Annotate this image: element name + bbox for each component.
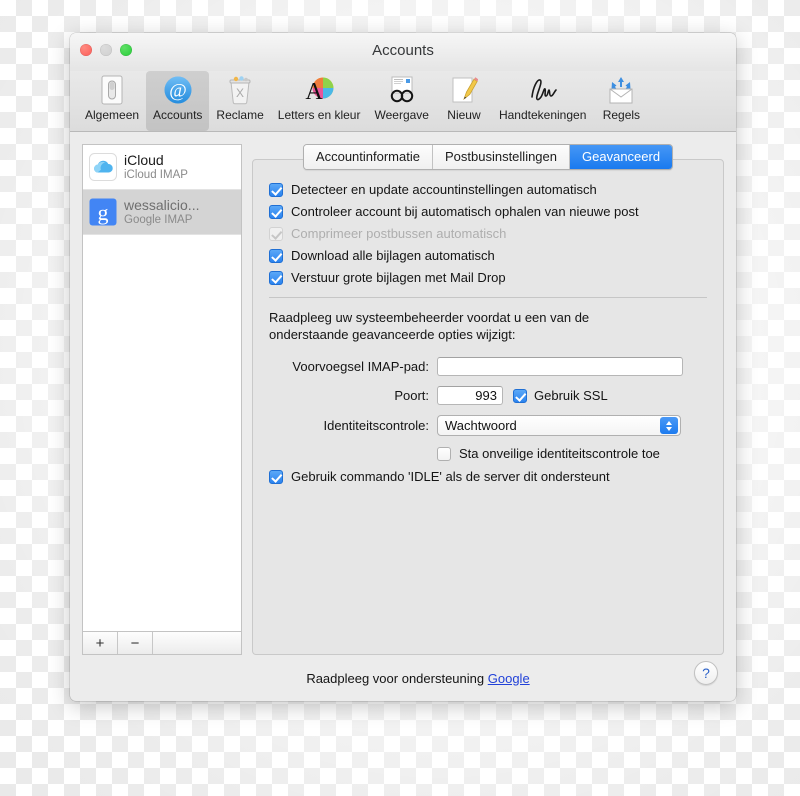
toolbar-label: Handtekeningen bbox=[499, 108, 586, 122]
icloud-icon bbox=[89, 153, 117, 181]
toolbar-item-reclame[interactable]: X Reclame bbox=[209, 71, 270, 124]
checkbox-use-ssl[interactable] bbox=[513, 389, 527, 403]
toolbar-label: Accounts bbox=[153, 108, 202, 122]
accounts-list[interactable]: iCloud iCloud IMAP g wessalicio... Googl… bbox=[82, 144, 242, 631]
window-title: Accounts bbox=[70, 42, 736, 59]
preferences-body: iCloud iCloud IMAP g wessalicio... Googl… bbox=[70, 132, 736, 655]
account-detail-pane: Accountinformatie Postbusinstellingen Ge… bbox=[252, 144, 724, 655]
checkbox-label: Download alle bijlagen automatisch bbox=[291, 248, 495, 263]
at-sign-accounts-icon: @ bbox=[161, 74, 195, 106]
admin-warning-note: Raadpleeg uw systeembeheerder voordat u … bbox=[269, 309, 669, 343]
svg-text:X: X bbox=[236, 86, 244, 100]
auth-selected-value: Wachtwoord bbox=[445, 418, 517, 433]
auth-label: Identiteitscontrole: bbox=[269, 418, 437, 433]
remove-account-button[interactable]: − bbox=[118, 632, 153, 654]
toolbar-item-accounts[interactable]: @ Accounts bbox=[146, 71, 209, 131]
tab-bar: Accountinformatie Postbusinstellingen Ge… bbox=[252, 144, 724, 170]
checkbox-check-account[interactable] bbox=[269, 205, 283, 219]
auth-row: Identiteitscontrole: Wachtwoord bbox=[269, 415, 707, 436]
checkbox-label: Controleer account bij automatisch ophal… bbox=[291, 204, 639, 219]
toolbar-item-regels[interactable]: Regels bbox=[593, 71, 649, 124]
window-titlebar: Accounts bbox=[70, 33, 736, 71]
toolbar-label: Algemeen bbox=[85, 108, 139, 122]
checkbox-label: Comprimeer postbussen automatisch bbox=[291, 226, 506, 241]
tab-accountinformatie[interactable]: Accountinformatie bbox=[304, 145, 433, 169]
checkbox-row-idle-command[interactable]: Gebruik commando 'IDLE' als de server di… bbox=[269, 469, 707, 484]
account-row-icloud[interactable]: iCloud iCloud IMAP bbox=[83, 145, 241, 190]
toolbar-item-handtekeningen[interactable]: Handtekeningen bbox=[492, 71, 593, 124]
google-g-icon: g bbox=[89, 198, 117, 226]
imap-prefix-input[interactable] bbox=[437, 357, 683, 376]
signature-icon bbox=[526, 74, 560, 106]
imap-prefix-row: Voorvoegsel IMAP-pad: bbox=[269, 357, 707, 376]
account-text: wessalicio... Google IMAP bbox=[124, 197, 199, 227]
auth-select[interactable]: Wachtwoord bbox=[437, 415, 681, 436]
window-footer: Raadpleeg voor ondersteuning Google ? bbox=[70, 655, 736, 701]
support-text: Raadpleeg voor ondersteuning Google bbox=[306, 671, 529, 686]
port-label: Poort: bbox=[269, 388, 437, 403]
toolbar-label: Letters en kleur bbox=[278, 108, 361, 122]
accounts-sidebar: iCloud iCloud IMAP g wessalicio... Googl… bbox=[82, 144, 242, 655]
checkbox-row-allow-insecure[interactable]: Sta onveilige identiteitscontrole toe bbox=[437, 446, 707, 461]
account-name: iCloud bbox=[124, 152, 188, 168]
toolbar-item-letters-en-kleur[interactable]: A Letters en kleur bbox=[271, 71, 368, 124]
checkbox-mail-drop[interactable] bbox=[269, 271, 283, 285]
add-account-button[interactable]: + bbox=[83, 632, 118, 654]
chevron-updown-icon bbox=[660, 417, 678, 434]
tab-postbusinstellingen[interactable]: Postbusinstellingen bbox=[433, 145, 570, 169]
svg-text:A: A bbox=[305, 79, 323, 105]
account-text: iCloud iCloud IMAP bbox=[124, 152, 188, 182]
svg-text:g: g bbox=[98, 200, 109, 225]
compose-pencil-icon bbox=[447, 74, 481, 106]
tab-group: Accountinformatie Postbusinstellingen Ge… bbox=[303, 144, 673, 170]
account-row-google[interactable]: g wessalicio... Google IMAP bbox=[83, 190, 241, 235]
toolbar-item-weergave[interactable]: Weergave bbox=[367, 71, 435, 124]
checkbox-label: Sta onveilige identiteitscontrole toe bbox=[459, 446, 660, 461]
general-switch-icon bbox=[95, 74, 129, 106]
checkbox-label: Detecteer en update accountinstellingen … bbox=[291, 182, 597, 197]
checkbox-label: Gebruik commando 'IDLE' als de server di… bbox=[291, 469, 610, 484]
toolbar-item-algemeen[interactable]: Algemeen bbox=[78, 71, 146, 124]
checkbox-label: Verstuur grote bijlagen met Mail Drop bbox=[291, 270, 506, 285]
port-input[interactable]: 993 bbox=[437, 386, 503, 405]
toolbar-item-nieuw[interactable]: Nieuw bbox=[436, 71, 492, 124]
help-button[interactable]: ? bbox=[694, 661, 718, 685]
support-text-label: Raadpleeg voor ondersteuning bbox=[306, 671, 484, 686]
toolbar-label: Nieuw bbox=[447, 108, 480, 122]
svg-text:@: @ bbox=[169, 81, 187, 102]
tab-geavanceerd[interactable]: Geavanceerd bbox=[570, 145, 672, 169]
checkbox-row-compress-mailboxes: Comprimeer postbussen automatisch bbox=[269, 226, 707, 241]
toolbar-label: Weergave bbox=[374, 108, 428, 122]
checkbox-idle-command[interactable] bbox=[269, 470, 283, 484]
checkbox-row-detect-update[interactable]: Detecteer en update accountinstellingen … bbox=[269, 182, 707, 197]
junk-trash-icon: X bbox=[223, 74, 257, 106]
section-divider bbox=[269, 297, 707, 298]
use-ssl-label: Gebruik SSL bbox=[534, 388, 608, 403]
advanced-settings-panel: Detecteer en update accountinstellingen … bbox=[252, 159, 724, 655]
fonts-colors-icon: A bbox=[302, 74, 336, 106]
toolbar-label: Regels bbox=[603, 108, 640, 122]
rules-envelope-icon bbox=[604, 74, 638, 106]
viewing-glasses-icon bbox=[385, 74, 419, 106]
imap-prefix-label: Voorvoegsel IMAP-pad: bbox=[269, 359, 437, 374]
checkbox-allow-insecure[interactable] bbox=[437, 447, 451, 461]
accounts-preferences-window: Accounts Algemeen bbox=[70, 33, 736, 701]
checkbox-row-download-attachments[interactable]: Download alle bijlagen automatisch bbox=[269, 248, 707, 263]
button-bar-filler bbox=[153, 632, 241, 654]
account-type: iCloud IMAP bbox=[124, 168, 188, 182]
preferences-toolbar: Algemeen @ Accounts bbox=[70, 71, 736, 132]
checkbox-detect-update[interactable] bbox=[269, 183, 283, 197]
accounts-list-buttons: + − bbox=[82, 631, 242, 655]
checkbox-row-mail-drop[interactable]: Verstuur grote bijlagen met Mail Drop bbox=[269, 270, 707, 285]
port-row: Poort: 993 Gebruik SSL bbox=[269, 386, 707, 405]
toolbar-label: Reclame bbox=[216, 108, 263, 122]
account-type: Google IMAP bbox=[124, 213, 199, 227]
checkbox-compress-mailboxes bbox=[269, 227, 283, 241]
support-link-google[interactable]: Google bbox=[488, 671, 530, 686]
account-name: wessalicio... bbox=[124, 197, 199, 213]
checkbox-row-check-account[interactable]: Controleer account bij automatisch ophal… bbox=[269, 204, 707, 219]
checkbox-download-attachments[interactable] bbox=[269, 249, 283, 263]
